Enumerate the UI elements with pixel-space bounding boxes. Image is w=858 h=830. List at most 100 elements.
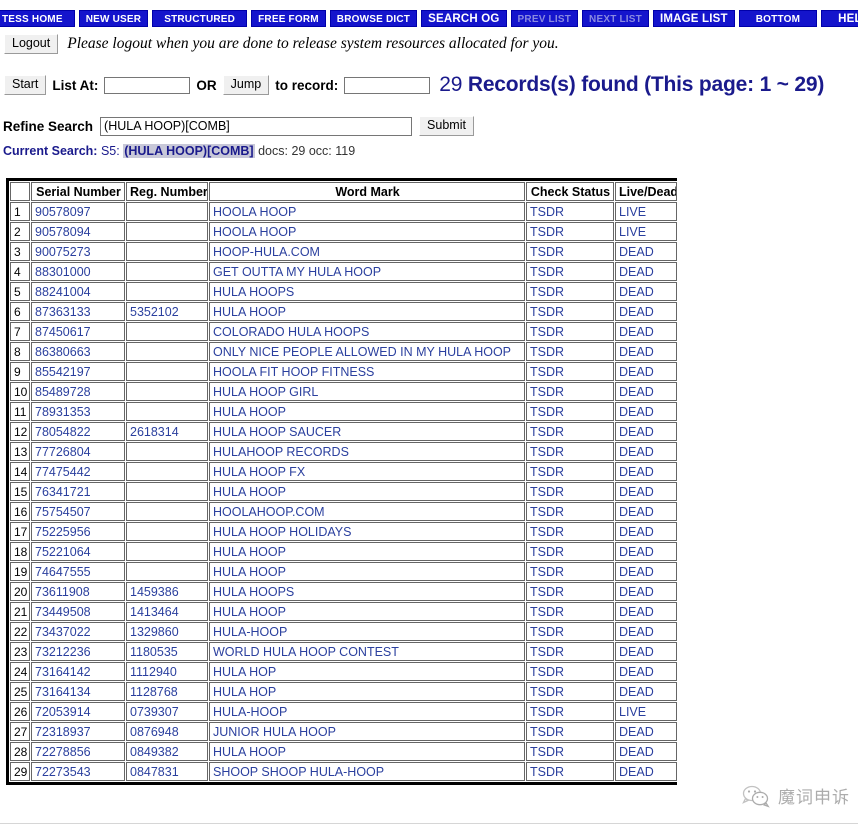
check-status-link[interactable]: TSDR xyxy=(526,402,614,421)
check-status-link[interactable]: TSDR xyxy=(526,322,614,341)
check-status-link[interactable]: TSDR xyxy=(526,682,614,701)
word-mark-link[interactable]: HULA HOOP FX xyxy=(209,462,525,481)
word-mark-link[interactable]: HULA HOOP xyxy=(209,602,525,621)
serial-number-link[interactable]: 88301000 xyxy=(31,262,125,281)
serial-number-link[interactable]: 73449508 xyxy=(31,602,125,621)
word-mark-link[interactable]: HULA HOOP HOLIDAYS xyxy=(209,522,525,541)
serial-number-link[interactable]: 72273543 xyxy=(31,762,125,781)
serial-number-link[interactable]: 72318937 xyxy=(31,722,125,741)
serial-number-link[interactable]: 73437022 xyxy=(31,622,125,641)
nav-structured[interactable]: Structured xyxy=(152,10,248,27)
check-status-link[interactable]: TSDR xyxy=(526,582,614,601)
check-status-link[interactable]: TSDR xyxy=(526,222,614,241)
nav-bottom[interactable]: Bottom xyxy=(738,10,818,27)
word-mark-link[interactable]: HOOLAHOOP.COM xyxy=(209,502,525,521)
serial-number-link[interactable]: 90075273 xyxy=(31,242,125,261)
word-mark-link[interactable]: HULA HOOPS xyxy=(209,582,525,601)
check-status-link[interactable]: TSDR xyxy=(526,702,614,721)
check-status-link[interactable]: TSDR xyxy=(526,462,614,481)
check-status-link[interactable]: TSDR xyxy=(526,622,614,641)
word-mark-link[interactable]: HULA HOOP xyxy=(209,482,525,501)
serial-number-link[interactable]: 87450617 xyxy=(31,322,125,341)
serial-number-link[interactable]: 73212236 xyxy=(31,642,125,661)
start-button[interactable]: Start xyxy=(4,75,47,95)
word-mark-link[interactable]: HULA HOOP xyxy=(209,542,525,561)
serial-number-link[interactable]: 87363133 xyxy=(31,302,125,321)
word-mark-link[interactable]: HULA HOP xyxy=(209,682,525,701)
nav-browse-dict[interactable]: Browse Dict xyxy=(329,10,418,27)
word-mark-link[interactable]: HULA HOOP xyxy=(209,402,525,421)
logout-button[interactable]: Logout xyxy=(4,34,59,54)
word-mark-link[interactable]: HOOLA HOOP xyxy=(209,202,525,221)
serial-number-link[interactable]: 90578094 xyxy=(31,222,125,241)
nav-tess-home[interactable]: TESS Home xyxy=(0,10,75,27)
word-mark-link[interactable]: HOOLA FIT HOOP FITNESS xyxy=(209,362,525,381)
serial-number-link[interactable]: 72278856 xyxy=(31,742,125,761)
check-status-link[interactable]: TSDR xyxy=(526,442,614,461)
serial-number-link[interactable]: 77726804 xyxy=(31,442,125,461)
word-mark-link[interactable]: HULA HOOP xyxy=(209,562,525,581)
nav-new-user[interactable]: New User xyxy=(78,10,149,27)
check-status-link[interactable]: TSDR xyxy=(526,262,614,281)
word-mark-link[interactable]: GET OUTTA MY HULA HOOP xyxy=(209,262,525,281)
serial-number-link[interactable]: 85542197 xyxy=(31,362,125,381)
serial-number-link[interactable]: 86380663 xyxy=(31,342,125,361)
serial-number-link[interactable]: 77475442 xyxy=(31,462,125,481)
nav-free-form[interactable]: Free Form xyxy=(251,10,326,27)
check-status-link[interactable]: TSDR xyxy=(526,202,614,221)
check-status-link[interactable]: TSDR xyxy=(526,342,614,361)
check-status-link[interactable]: TSDR xyxy=(526,742,614,761)
check-status-link[interactable]: TSDR xyxy=(526,382,614,401)
word-mark-link[interactable]: HULA HOOPS xyxy=(209,282,525,301)
word-mark-link[interactable]: SHOOP SHOOP HULA-HOOP xyxy=(209,762,525,781)
word-mark-link[interactable]: HULA HOOP SAUCER xyxy=(209,422,525,441)
serial-number-link[interactable]: 73164134 xyxy=(31,682,125,701)
word-mark-link[interactable]: HOOP-HULA.COM xyxy=(209,242,525,261)
serial-number-link[interactable]: 73611908 xyxy=(31,582,125,601)
serial-number-link[interactable]: 75221064 xyxy=(31,542,125,561)
check-status-link[interactable]: TSDR xyxy=(526,542,614,561)
serial-number-link[interactable]: 74647555 xyxy=(31,562,125,581)
nav-search-og[interactable]: SEARCH OG xyxy=(421,10,507,27)
serial-number-link[interactable]: 73164142 xyxy=(31,662,125,681)
nav-image-list[interactable]: IMAGE LIST xyxy=(652,10,735,27)
serial-number-link[interactable]: 78931353 xyxy=(31,402,125,421)
serial-number-link[interactable]: 72053914 xyxy=(31,702,125,721)
check-status-link[interactable]: TSDR xyxy=(526,662,614,681)
refine-search-input[interactable] xyxy=(100,116,413,136)
submit-button[interactable]: Submit xyxy=(419,116,474,136)
list-at-input[interactable] xyxy=(104,76,191,94)
word-mark-link[interactable]: COLORADO HULA HOOPS xyxy=(209,322,525,341)
word-mark-link[interactable]: HULA HOOP GIRL xyxy=(209,382,525,401)
check-status-link[interactable]: TSDR xyxy=(526,362,614,381)
word-mark-link[interactable]: HULA HOP xyxy=(209,662,525,681)
jump-button[interactable]: Jump xyxy=(222,75,270,95)
word-mark-link[interactable]: ONLY NICE PEOPLE ALLOWED IN MY HULA HOOP xyxy=(209,342,525,361)
serial-number-link[interactable]: 88241004 xyxy=(31,282,125,301)
serial-number-link[interactable]: 75225956 xyxy=(31,522,125,541)
serial-number-link[interactable]: 90578097 xyxy=(31,202,125,221)
check-status-link[interactable]: TSDR xyxy=(526,242,614,261)
word-mark-link[interactable]: HULAHOOP RECORDS xyxy=(209,442,525,461)
check-status-link[interactable]: TSDR xyxy=(526,602,614,621)
check-status-link[interactable]: TSDR xyxy=(526,302,614,321)
check-status-link[interactable]: TSDR xyxy=(526,522,614,541)
serial-number-link[interactable]: 85489728 xyxy=(31,382,125,401)
serial-number-link[interactable]: 76341721 xyxy=(31,482,125,501)
word-mark-link[interactable]: HULA HOOP xyxy=(209,302,525,321)
word-mark-link[interactable]: HULA HOOP xyxy=(209,742,525,761)
check-status-link[interactable]: TSDR xyxy=(526,282,614,301)
word-mark-link[interactable]: JUNIOR HULA HOOP xyxy=(209,722,525,741)
check-status-link[interactable]: TSDR xyxy=(526,642,614,661)
check-status-link[interactable]: TSDR xyxy=(526,722,614,741)
nav-help[interactable]: HELP xyxy=(821,10,858,27)
word-mark-link[interactable]: HOOLA HOOP xyxy=(209,222,525,241)
serial-number-link[interactable]: 75754507 xyxy=(31,502,125,521)
serial-number-link[interactable]: 78054822 xyxy=(31,422,125,441)
check-status-link[interactable]: TSDR xyxy=(526,562,614,581)
record-input[interactable] xyxy=(344,76,431,94)
check-status-link[interactable]: TSDR xyxy=(526,762,614,781)
word-mark-link[interactable]: WORLD HULA HOOP CONTEST xyxy=(209,642,525,661)
check-status-link[interactable]: TSDR xyxy=(526,502,614,521)
check-status-link[interactable]: TSDR xyxy=(526,482,614,501)
